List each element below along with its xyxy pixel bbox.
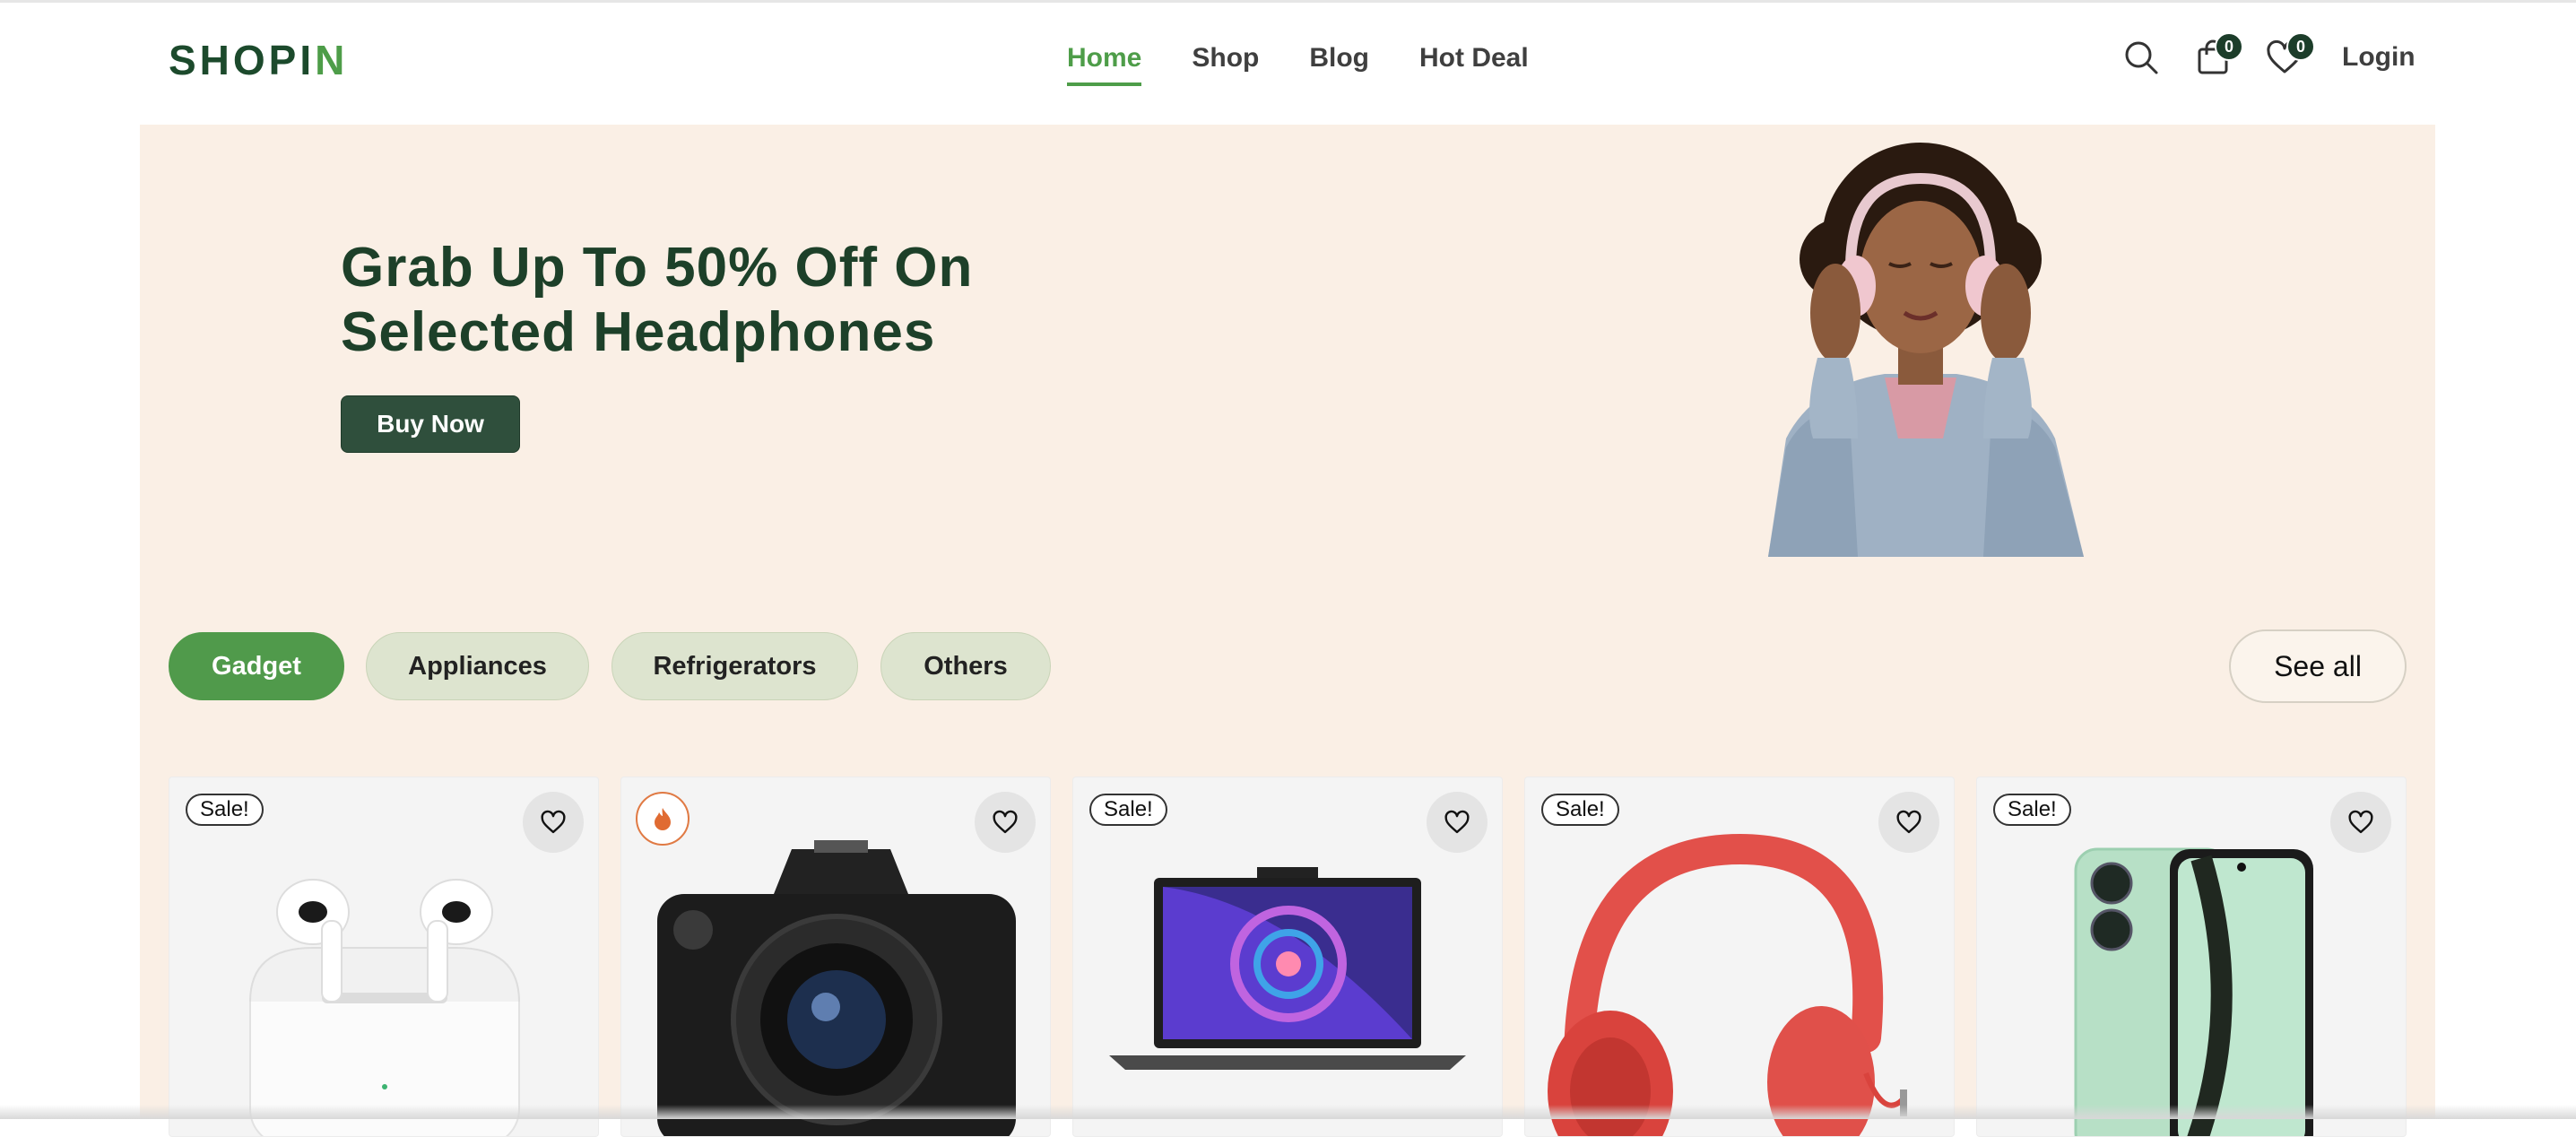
cart-count-badge: 0 bbox=[2215, 32, 2243, 61]
sale-badge: Sale! bbox=[186, 794, 264, 826]
search-icon[interactable] bbox=[2121, 38, 2161, 77]
laptop-image bbox=[1109, 867, 1466, 1070]
nav-blog[interactable]: Blog bbox=[1309, 43, 1369, 86]
site-logo[interactable]: SHOPIN bbox=[169, 36, 348, 84]
buy-now-button[interactable]: Buy Now bbox=[341, 395, 520, 453]
sale-badge: Sale! bbox=[1993, 794, 2071, 826]
nav-hot-deal[interactable]: Hot Deal bbox=[1419, 43, 1529, 86]
sale-badge: Sale! bbox=[1089, 794, 1167, 826]
hero-model-image bbox=[1768, 143, 2084, 557]
login-link[interactable]: Login bbox=[2342, 42, 2416, 73]
bottom-shadow bbox=[0, 1105, 2576, 1119]
product-card[interactable]: Sale! bbox=[1072, 777, 1503, 1137]
wishlist-button[interactable]: 0 bbox=[2265, 32, 2315, 77]
header-actions: 0 0 Login bbox=[2121, 32, 2416, 77]
nav-shop[interactable]: Shop bbox=[1192, 43, 1259, 86]
product-card[interactable]: Sale! bbox=[1976, 777, 2407, 1137]
airpods-image bbox=[249, 879, 520, 1136]
product-card[interactable] bbox=[620, 777, 1051, 1137]
cart-button[interactable]: 0 bbox=[2193, 32, 2243, 77]
green-phone-image bbox=[2074, 847, 2313, 1136]
site-header: SHOPIN Home Shop Blog Hot Deal 0 0 Login bbox=[0, 0, 2576, 124]
product-card[interactable]: Sale! bbox=[169, 777, 599, 1137]
category-refrigerators[interactable]: Refrigerators bbox=[611, 632, 858, 700]
sale-badge: Sale! bbox=[1541, 794, 1619, 826]
logo-accent: N bbox=[315, 37, 349, 83]
wishlist-count-badge: 0 bbox=[2286, 32, 2315, 61]
hero-title-line1: Grab Up To 50% Off On bbox=[341, 237, 974, 299]
canon-camera-image bbox=[657, 840, 1016, 1136]
hero-title: Grab Up To 50% Off On Selected Headphone… bbox=[341, 236, 1148, 365]
red-headphones-image bbox=[1548, 833, 1907, 1136]
see-all-button[interactable]: See all bbox=[2229, 629, 2407, 703]
product-card[interactable]: Sale! bbox=[1524, 777, 1955, 1137]
category-gadget[interactable]: Gadget bbox=[169, 632, 344, 700]
hero-title-line2: Selected Headphones bbox=[341, 301, 936, 363]
main-nav: Home Shop Blog Hot Deal bbox=[1067, 43, 1529, 86]
category-appliances[interactable]: Appliances bbox=[366, 632, 589, 700]
nav-home[interactable]: Home bbox=[1067, 43, 1142, 86]
logo-main: SHOPI bbox=[169, 37, 316, 83]
category-others[interactable]: Others bbox=[880, 632, 1051, 700]
